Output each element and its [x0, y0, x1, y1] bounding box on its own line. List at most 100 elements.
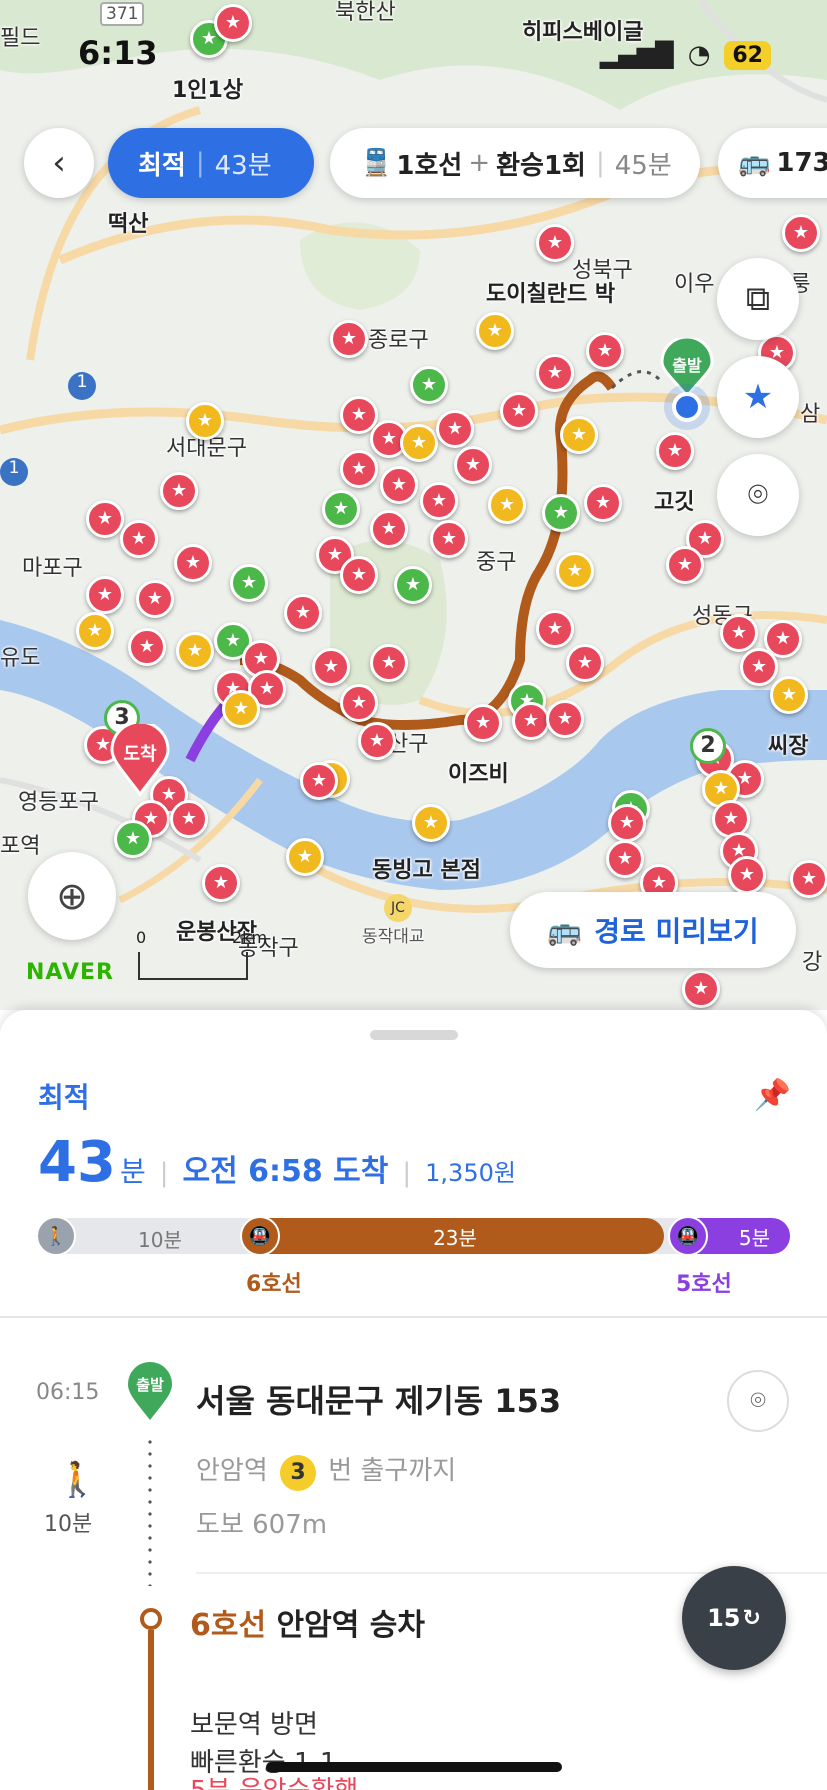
next-train: 5분 운암순환행 [190, 1770, 358, 1790]
map-label: 포역 [0, 834, 41, 859]
place-pin[interactable]: ★ [500, 392, 538, 430]
place-pin[interactable]: ★ [546, 700, 584, 738]
place-pin[interactable]: ★ [586, 332, 624, 370]
place-pin[interactable]: ★ [436, 410, 474, 448]
home-indicator[interactable] [266, 1762, 562, 1772]
place-pin[interactable]: ★ [728, 856, 766, 894]
walking-person-icon: 🚶 [56, 1460, 99, 1500]
place-pin[interactable]: ★ [358, 722, 396, 760]
place-pin[interactable]: ★ [170, 800, 208, 838]
place-pin[interactable]: ★ [330, 320, 368, 358]
place-pin[interactable]: ★ [400, 424, 438, 462]
route-chip-label: 173 [776, 148, 827, 178]
location-pin-icon: ⌾ [750, 1385, 766, 1416]
place-pin-button[interactable]: ⌾ [717, 454, 799, 536]
place-pin[interactable]: ★ [608, 804, 646, 842]
place-pin[interactable]: ★ [720, 614, 758, 652]
layers-button[interactable]: ⧉ [717, 258, 799, 340]
walk-exit-suffix: 번 출구까지 [328, 1456, 457, 1486]
place-pin[interactable]: ★ [394, 566, 432, 604]
place-pin[interactable]: ★ [86, 576, 124, 614]
place-pin[interactable]: ★ [512, 702, 550, 740]
summary-divider: | [159, 1158, 169, 1188]
route-chip-bus[interactable]: 🚌 173 [718, 128, 827, 198]
walk-destination: 안암역 3 번 출구까지 [196, 1450, 456, 1491]
place-pin[interactable]: ★ [430, 520, 468, 558]
place-pin[interactable]: ★ [174, 544, 212, 582]
place-pin[interactable]: ★ [770, 676, 808, 714]
junction-icon: JC [384, 894, 412, 922]
map-label: 영등포구 [18, 790, 99, 815]
refresh-timer-button[interactable]: 15 ↻ [682, 1566, 786, 1670]
origin-marker[interactable]: 출발 [660, 335, 714, 399]
place-pin[interactable]: ★ [160, 472, 198, 510]
fare: 1,350원 [425, 1159, 516, 1187]
route-chip-line1[interactable]: 🚆 1호선 + 환승1회 | 45분 [330, 128, 700, 198]
place-pin[interactable]: ★ [370, 644, 408, 682]
place-pin[interactable]: ★ [136, 580, 174, 618]
cluster-count[interactable]: 2 [690, 728, 726, 764]
train-icon: 🚆 [360, 148, 393, 178]
place-pin[interactable]: ★ [86, 500, 124, 538]
map-view[interactable]: 6:13 ▂▄▆█ ◔ 62 북한산 필드 1인1상 히피스베이글 떡산 성북구… [0, 0, 827, 1010]
place-pin[interactable]: ★ [176, 632, 214, 670]
place-pin[interactable]: ★ [128, 628, 166, 666]
place-pin[interactable]: ★ [682, 970, 720, 1008]
place-pin[interactable]: ★ [312, 648, 350, 686]
place-pin[interactable]: ★ [76, 612, 114, 650]
place-pin[interactable]: ★ [740, 648, 778, 686]
star-icon: ★ [742, 377, 774, 417]
route-timeline: 10분 23분 5분 🚶 🚇 🚇 [36, 1216, 790, 1256]
place-pin[interactable]: ★ [114, 820, 152, 858]
place-pin[interactable]: ★ [454, 446, 492, 484]
place-pin[interactable]: ★ [666, 546, 704, 584]
place-pin[interactable]: ★ [542, 494, 580, 532]
map-label: 중구 [476, 550, 517, 575]
address-map-button[interactable]: ⌾ [727, 1370, 789, 1432]
place-pin[interactable]: ★ [536, 354, 574, 392]
place-pin[interactable]: ★ [202, 864, 240, 902]
route-detail-sheet[interactable]: 최적 📌 43 분 | 오전 6:58 도착 | 1,350원 10분 23분 … [0, 1010, 827, 1790]
place-pin[interactable]: ★ [560, 416, 598, 454]
sheet-grabber[interactable] [370, 1030, 458, 1040]
place-pin[interactable]: ★ [476, 312, 514, 350]
destination-marker[interactable]: 도착 [110, 720, 170, 797]
route-preview-button[interactable]: 🚌 경로 미리보기 [510, 892, 796, 968]
my-location-button[interactable]: ⊕ [28, 852, 116, 940]
place-pin[interactable]: ★ [782, 214, 820, 252]
place-pin[interactable]: ★ [536, 610, 574, 648]
place-pin[interactable]: ★ [340, 450, 378, 488]
place-pin[interactable]: ★ [120, 520, 158, 558]
place-pin[interactable]: ★ [340, 556, 378, 594]
place-pin[interactable]: ★ [322, 490, 360, 528]
place-pin[interactable]: ★ [286, 838, 324, 876]
route-chip-optimal[interactable]: 최적 | 43분 [108, 128, 314, 198]
back-button[interactable]: ‹ [24, 128, 94, 198]
place-pin[interactable]: ★ [300, 762, 338, 800]
place-pin[interactable]: ★ [230, 564, 268, 602]
board-step[interactable]: 6호선 안암역 승차 [190, 1600, 425, 1644]
place-pin[interactable]: ★ [222, 690, 260, 728]
pin-icon[interactable]: 📌 [754, 1078, 791, 1113]
place-pin[interactable]: ★ [566, 644, 604, 682]
place-pin[interactable]: ★ [584, 484, 622, 522]
place-pin[interactable]: ★ [380, 466, 418, 504]
place-pin[interactable]: ★ [536, 224, 574, 262]
place-pin[interactable]: ★ [186, 402, 224, 440]
place-pin[interactable]: ★ [556, 552, 594, 590]
place-pin[interactable]: ★ [606, 840, 644, 878]
line6-duration: 23분 [433, 1225, 477, 1250]
route-chip-label: 1호선 [396, 150, 463, 181]
place-pin[interactable]: ★ [284, 594, 322, 632]
place-pin[interactable]: ★ [790, 860, 827, 898]
place-pin[interactable]: ★ [464, 704, 502, 742]
place-pin[interactable]: ★ [488, 486, 526, 524]
favorites-button[interactable]: ★ [717, 356, 799, 438]
place-pin[interactable]: ★ [412, 804, 450, 842]
place-pin[interactable]: ★ [656, 432, 694, 470]
place-pin[interactable]: ★ [420, 482, 458, 520]
place-pin[interactable]: ★ [214, 4, 252, 42]
place-pin[interactable]: ★ [410, 366, 448, 404]
place-pin[interactable]: ★ [370, 510, 408, 548]
place-pin[interactable]: ★ [340, 684, 378, 722]
